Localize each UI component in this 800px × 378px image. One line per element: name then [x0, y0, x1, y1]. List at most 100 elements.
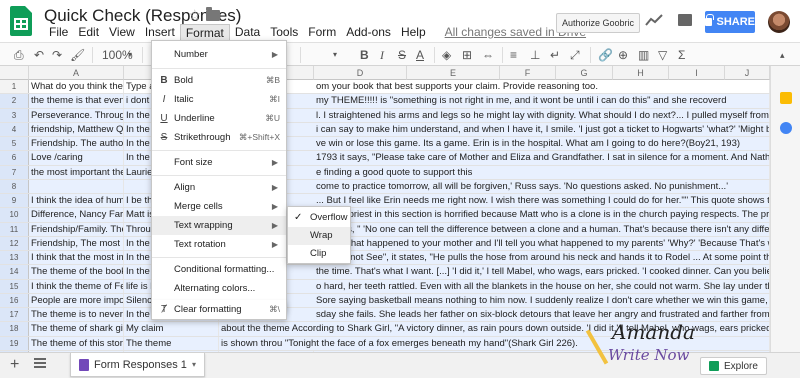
cell-d[interactable]: o hard, her teeth rattled. Even with all…	[314, 279, 770, 293]
row-number[interactable]: 15	[0, 279, 29, 293]
avatar[interactable]	[768, 11, 790, 33]
menu-bold[interactable]: B Bold ⌘B	[152, 71, 286, 90]
cell-d[interactable]: ve win or lose this game. Its a game. Er…	[314, 137, 770, 151]
cell-a[interactable]: Friendship, The most imp	[29, 236, 124, 250]
activity-trend-icon[interactable]	[645, 12, 663, 28]
borders-icon[interactable]: ⊞	[462, 47, 472, 63]
row-number[interactable]: 3	[0, 108, 29, 122]
wrap-overflow-option[interactable]: ✓ Overflow	[288, 209, 350, 227]
cell-a[interactable]: The theme of shark girl is	[29, 322, 124, 336]
undo-icon[interactable]: ↶	[34, 47, 44, 63]
cell-a[interactable]: People are more importar	[29, 293, 124, 307]
cell-b[interactable]: The theme	[124, 336, 219, 350]
wrap-clip-option[interactable]: Clip	[288, 245, 350, 263]
authorize-goobric-button[interactable]: Authorize Goobric	[556, 13, 640, 33]
menu-help[interactable]: Help	[396, 24, 431, 40]
menu-form[interactable]: Form	[303, 24, 341, 40]
menu-number[interactable]: Number ▶	[152, 45, 286, 64]
menu-addons[interactable]: Add-ons	[341, 24, 396, 40]
cell-d[interactable]: ell me what happened to your mother and …	[314, 236, 770, 250]
cell-d[interactable]: We Cannot See", it states, "He pulls the…	[314, 251, 770, 265]
column-header-i[interactable]: I	[669, 66, 725, 80]
cell-d[interactable]: e finding a good quote to support this	[314, 165, 770, 179]
cell-a[interactable]: friendship, Matthew Quick	[29, 122, 124, 136]
cell-a[interactable]: What do you think the mo	[29, 80, 124, 94]
row-number[interactable]: 10	[0, 208, 29, 222]
cell-d[interactable]: Sore saying basketball means nothing to …	[314, 293, 770, 307]
menu-text-wrapping[interactable]: Text wrapping ▶	[152, 216, 286, 235]
merge-cells-icon[interactable]: ⇔	[482, 47, 494, 63]
sheet-tab-form-responses[interactable]: Form Responses 1 ▾	[70, 353, 205, 377]
row-number[interactable]: 17	[0, 308, 29, 322]
row-number[interactable]: 18	[0, 322, 29, 336]
column-header-e[interactable]: E	[407, 66, 500, 80]
row-number[interactable]: 6	[0, 151, 29, 165]
menu-clear-formatting[interactable]: Ⱦ Clear formatting ⌘\	[152, 300, 286, 319]
row-number[interactable]: 5	[0, 137, 29, 151]
row-number[interactable]: 9	[0, 194, 29, 208]
menu-insert[interactable]: Insert	[140, 24, 180, 40]
menu-font-size[interactable]: Font size ▶	[152, 153, 286, 172]
insert-chart-icon[interactable]: ▥	[638, 47, 649, 63]
cell-d[interactable]: come to practice tomorrow, all will be f…	[314, 179, 770, 193]
row-number[interactable]: 16	[0, 293, 29, 307]
chevron-down-icon[interactable]: ▾	[192, 360, 196, 369]
menu-conditional-formatting[interactable]: Conditional formatting...	[152, 260, 286, 279]
comments-icon[interactable]	[678, 14, 692, 26]
select-all-corner[interactable]	[0, 66, 29, 80]
all-sheets-icon[interactable]	[34, 358, 46, 370]
star-icon[interactable]: ☆	[188, 6, 201, 24]
column-header-j[interactable]: J	[725, 66, 770, 80]
font-size-chevron-down-icon[interactable]: ▾	[333, 47, 337, 63]
cell-a[interactable]: I think the theme of Fever	[29, 279, 124, 293]
folder-icon[interactable]	[206, 7, 220, 21]
align-left-icon[interactable]: ≡	[510, 47, 517, 63]
insert-link-icon[interactable]: 🔗	[598, 47, 613, 63]
cell-a[interactable]: Perseverance. Throughout	[29, 108, 124, 122]
row-number[interactable]: 13	[0, 251, 29, 265]
cell-a[interactable]	[29, 179, 124, 193]
redo-icon[interactable]: ↷	[52, 47, 62, 63]
menu-text-rotation[interactable]: Text rotation ▶	[152, 235, 286, 254]
cell-d[interactable]: ... But I feel like Erin needs me right …	[314, 194, 770, 208]
menu-align[interactable]: Align ▶	[152, 178, 286, 197]
collapse-menu-icon[interactable]: ▴	[780, 47, 785, 63]
cell-a[interactable]: The theme of the book is	[29, 265, 124, 279]
bold-button[interactable]: B	[360, 47, 369, 63]
row-number[interactable]: 19	[0, 336, 29, 350]
share-button[interactable]: SHARE	[705, 11, 755, 33]
row-number[interactable]: 14	[0, 265, 29, 279]
column-header-g[interactable]: G	[556, 66, 613, 80]
row-number[interactable]: 2	[0, 94, 29, 108]
menu-italic[interactable]: I Italic ⌘I	[152, 90, 286, 109]
cell-d[interactable]: om your book that best supports your cla…	[314, 80, 770, 94]
cell-a[interactable]: The theme is to never giv	[29, 308, 124, 322]
sheets-logo-icon[interactable]	[10, 6, 32, 36]
cell-a[interactable]: Friendship/Family. The au	[29, 222, 124, 236]
menu-data[interactable]: Data	[230, 24, 265, 40]
print-icon[interactable]: ⎙	[14, 47, 24, 63]
menu-edit[interactable]: Edit	[73, 24, 104, 40]
vertical-align-icon[interactable]: ⊥	[530, 47, 540, 63]
italic-button[interactable]: I	[380, 47, 384, 63]
cell-a[interactable]: the most important theme	[29, 165, 124, 179]
menu-merge-cells[interactable]: Merge cells ▶	[152, 197, 286, 216]
cell-a[interactable]: Difference, Nancy Farmer	[29, 208, 124, 222]
cell-d[interactable]: l. I straightened his arms and legs so h…	[314, 108, 770, 122]
row-number[interactable]: 1	[0, 80, 29, 94]
cell-a[interactable]: the theme is that even wh	[29, 94, 124, 108]
column-header-d[interactable]: D	[314, 66, 407, 80]
menu-strikethrough[interactable]: S Strikethrough ⌘+Shift+X	[152, 128, 286, 147]
cell-a[interactable]: Friendship. The author is	[29, 137, 124, 151]
cell-d[interactable]: my THEME!!!!! is "something is not right…	[314, 94, 770, 108]
cell-b[interactable]: My claim	[124, 322, 219, 336]
functions-icon[interactable]: Σ	[678, 47, 685, 63]
menu-tools[interactable]: Tools	[265, 24, 303, 40]
filter-icon[interactable]: ▽	[658, 47, 667, 63]
explore-button[interactable]: Explore	[700, 357, 767, 375]
column-header-h[interactable]: H	[613, 66, 669, 80]
menu-alternating-colors[interactable]: Alternating colors...	[152, 279, 286, 298]
cell-d[interactable]: er writes, " 'No one can tell the differ…	[314, 222, 770, 236]
keep-icon[interactable]	[780, 92, 792, 104]
text-wrap-icon[interactable]: ↵	[550, 47, 560, 63]
